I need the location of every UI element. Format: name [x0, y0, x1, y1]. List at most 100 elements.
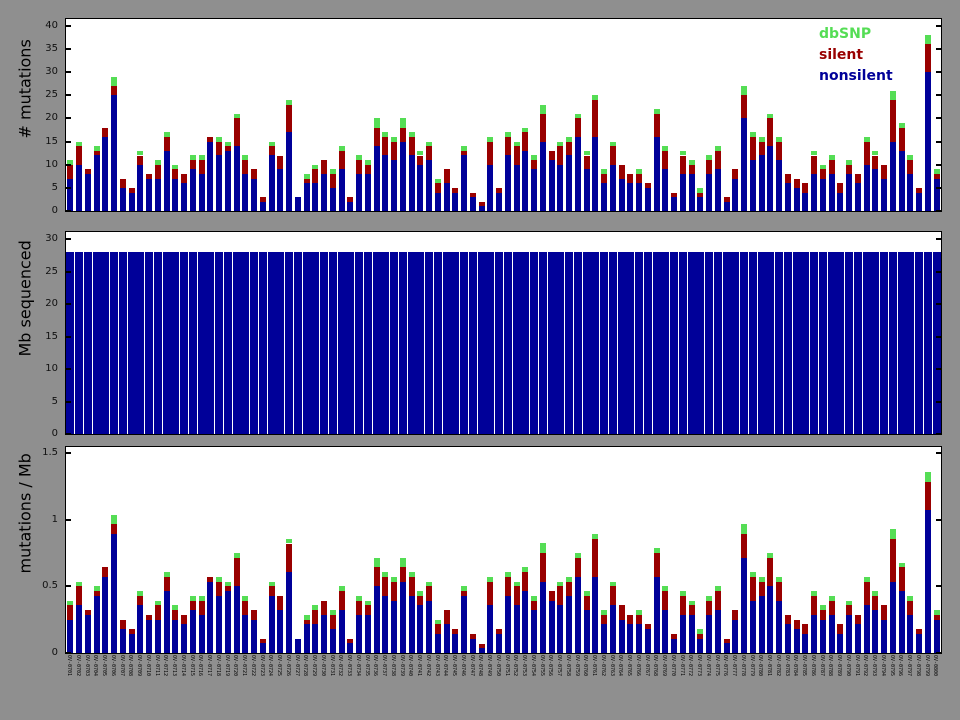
bar-segment-nonsilent: [137, 605, 143, 653]
y-tick-mark: [66, 303, 71, 305]
bar-segment-silent: [881, 605, 887, 619]
bar-segment-silent: [312, 169, 318, 183]
bar-mb-sequenced: [355, 252, 363, 434]
bar-segment-nonsilent: [794, 629, 800, 653]
x-tick-label: OV-0718: [215, 655, 221, 717]
bar-segment-nonsilent: [619, 620, 625, 653]
bar-segment-nonsilent: [785, 183, 791, 211]
bar-segment-silent: [697, 193, 703, 198]
bar-mb-sequenced: [775, 252, 783, 434]
y-tick-mark: [936, 48, 941, 50]
bar-segment-nonsilent: [251, 620, 257, 653]
bar-segment-nonsilent: [164, 591, 170, 653]
bar-segment-nonsilent: [426, 601, 432, 653]
bar-segment-nonsilent: [575, 577, 581, 653]
y-tick-mark: [936, 452, 941, 454]
bar-segment-nonsilent: [925, 72, 931, 211]
x-tick-label: OV-0763: [609, 655, 615, 717]
bar-segment-nonsilent: [94, 155, 100, 211]
bar-segment-silent: [601, 615, 607, 625]
bar-segment-silent: [802, 624, 808, 634]
bar-segment-nonsilent: [732, 620, 738, 653]
bar-segment-nonsilent: [164, 151, 170, 211]
bar-segment-dbsnp: [846, 160, 852, 165]
bar-segment-dbsnp: [592, 534, 598, 539]
bar-mb-sequenced: [513, 252, 521, 434]
bar-segment-silent: [549, 151, 555, 160]
x-tick-label: OV-0714: [180, 655, 186, 717]
bar-segment-silent: [549, 591, 555, 601]
y-tick-mark: [936, 368, 941, 370]
x-tick-label: OV-0749: [486, 655, 492, 717]
bar-mb-sequenced: [670, 252, 678, 434]
bar-mb-sequenced: [364, 252, 372, 434]
bar-segment-nonsilent: [837, 634, 843, 653]
bar-mb-sequenced: [731, 252, 739, 434]
x-tick-label: OV-0785: [801, 655, 807, 717]
bar-segment-dbsnp: [575, 114, 581, 119]
bar-mb-sequenced: [880, 252, 888, 434]
bar-segment-silent: [662, 151, 668, 170]
x-tick-label: OV-0725: [276, 655, 282, 717]
panel-mb-sequenced: [65, 231, 942, 435]
bar-mb-sequenced: [75, 252, 83, 434]
bar-mb-sequenced: [635, 252, 643, 434]
bar-segment-dbsnp: [636, 169, 642, 174]
x-tick-label: OV-0762: [600, 655, 606, 717]
bar-mb-sequenced: [661, 252, 669, 434]
bar-segment-dbsnp: [312, 165, 318, 170]
bar-segment-silent: [356, 160, 362, 174]
bar-segment-silent: [269, 586, 275, 596]
bar-segment-silent: [102, 128, 108, 137]
bar-segment-silent: [155, 605, 161, 619]
bar-segment-dbsnp: [242, 155, 248, 160]
bar-segment-nonsilent: [242, 615, 248, 653]
bar-segment-silent: [479, 644, 485, 649]
bar-segment-nonsilent: [234, 146, 240, 211]
y-tick-label: 5: [24, 396, 58, 407]
x-tick-label: OV-0795: [889, 655, 895, 717]
bar-segment-dbsnp: [767, 114, 773, 119]
x-tick-label: OV-0758: [565, 655, 571, 717]
bar-segment-dbsnp: [592, 95, 598, 100]
bar-segment-nonsilent: [251, 179, 257, 211]
bar-segment-nonsilent: [636, 183, 642, 211]
bar-segment-dbsnp: [829, 155, 835, 160]
bar-segment-dbsnp: [531, 596, 537, 601]
bar-segment-silent: [776, 142, 782, 161]
bar-segment-dbsnp: [697, 188, 703, 193]
bar-segment-dbsnp: [715, 586, 721, 591]
bar-segment-silent: [916, 188, 922, 193]
bar-segment-silent: [505, 137, 511, 156]
bar-segment-silent: [654, 114, 660, 137]
bar-segment-silent: [741, 534, 747, 558]
bar-segment-dbsnp: [522, 128, 528, 133]
bar-mb-sequenced: [101, 252, 109, 434]
bar-segment-silent: [575, 118, 581, 137]
bar-segment-silent: [225, 146, 231, 151]
bar-segment-silent: [339, 151, 345, 170]
bar-segment-nonsilent: [566, 596, 572, 653]
bar-segment-dbsnp: [391, 137, 397, 142]
bar-segment-silent: [286, 544, 292, 573]
bar-segment-silent: [207, 577, 213, 582]
bar-segment-dbsnp: [155, 160, 161, 165]
bar-segment-nonsilent: [890, 582, 896, 653]
x-tick-label: OV-0751: [504, 655, 510, 717]
bar-segment-dbsnp: [242, 596, 248, 601]
bar-segment-silent: [724, 197, 730, 202]
bar-segment-nonsilent: [610, 165, 616, 211]
bar-mb-sequenced: [933, 252, 941, 434]
x-tick-label: OV-0744: [442, 655, 448, 717]
bar-segment-nonsilent: [172, 620, 178, 653]
bar-segment-dbsnp: [356, 155, 362, 160]
bar-segment-nonsilent: [295, 639, 301, 653]
bar-segment-dbsnp: [741, 524, 747, 534]
bar-segment-dbsnp: [741, 86, 747, 95]
bar-segment-nonsilent: [829, 174, 835, 211]
bar-segment-nonsilent: [636, 624, 642, 653]
bar-segment-silent: [916, 629, 922, 634]
bar-segment-dbsnp: [846, 601, 852, 606]
bar-segment-dbsnp: [505, 132, 511, 137]
bar-mb-sequenced: [810, 252, 818, 434]
